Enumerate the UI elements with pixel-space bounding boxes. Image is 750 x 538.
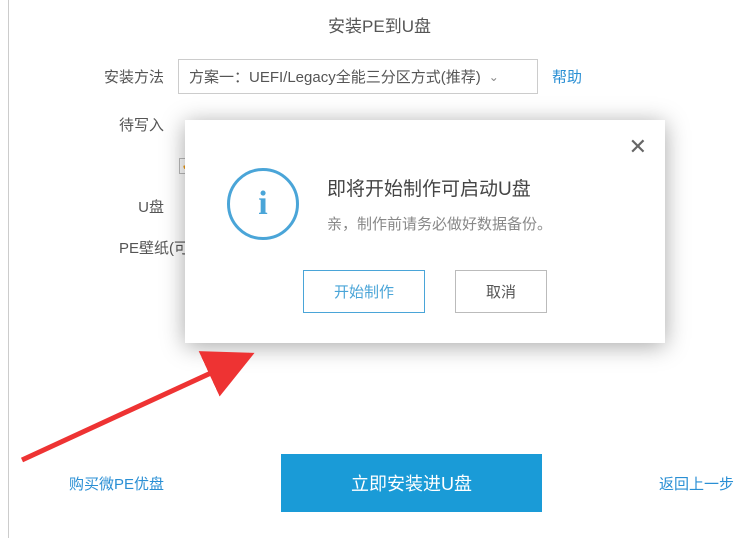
install-method-row: 安装方法 方案一：UEFI/Legacy全能三分区方式(推荐) ⌄ 帮助: [9, 49, 750, 104]
install-method-select[interactable]: 方案一：UEFI/Legacy全能三分区方式(推荐) ⌄: [178, 59, 538, 94]
buy-link[interactable]: 购买微PE优盘: [69, 473, 164, 494]
target-label: 待写入: [69, 114, 164, 135]
modal-actions: 开始制作 取消: [213, 270, 637, 313]
help-link[interactable]: 帮助: [552, 66, 582, 87]
volume-label: U盘: [69, 196, 164, 217]
modal-title: 即将开始制作可启动U盘: [327, 174, 552, 201]
confirm-button[interactable]: 开始制作: [303, 270, 425, 313]
confirm-modal: ✕ i 即将开始制作可启动U盘 亲，制作前请务必做好数据备份。 开始制作 取消: [185, 120, 665, 343]
cancel-button[interactable]: 取消: [455, 270, 547, 313]
modal-subtitle: 亲，制作前请务必做好数据备份。: [327, 213, 552, 234]
install-method-value: 方案一：UEFI/Legacy全能三分区方式(推荐): [189, 66, 481, 87]
info-icon: i: [227, 168, 299, 240]
window-title: 安装PE到U盘: [9, 0, 750, 49]
bottom-bar: 购买微PE优盘 立即安装进U盘 返回上一步: [9, 454, 750, 512]
install-button[interactable]: 立即安装进U盘: [281, 454, 542, 512]
modal-body: i 即将开始制作可启动U盘 亲，制作前请务必做好数据备份。: [213, 148, 637, 270]
wallpaper-label: PE壁纸(可: [69, 237, 189, 258]
chevron-down-icon: ⌄: [489, 70, 499, 84]
modal-text: 即将开始制作可启动U盘 亲，制作前请务必做好数据备份。: [327, 174, 552, 234]
install-method-label: 安装方法: [69, 66, 164, 87]
back-link[interactable]: 返回上一步: [659, 473, 734, 494]
close-icon[interactable]: ✕: [629, 134, 647, 160]
